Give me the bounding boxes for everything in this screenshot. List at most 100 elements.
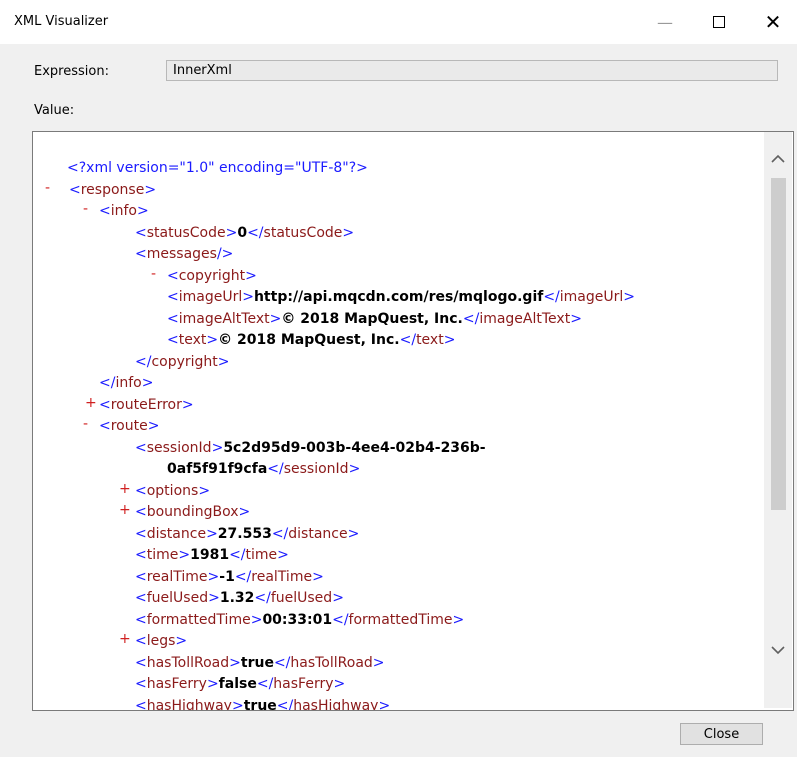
xml-line: <imageUrl>http://api.mqcdn.com/res/mqlog… [167,289,636,305]
close-button[interactable]: Close [680,723,763,745]
collapse-toggle[interactable]: - [151,266,156,282]
xml-tag-name: fuelUsed [146,590,209,606]
xml-tag-name: hasHighway [146,697,232,711]
xml-tag-name: distance [146,525,207,542]
xml-line: <boundingBox> [135,504,251,520]
xml-visualizer-window: XML Visualizer — ✕ Expression: InnerXml … [0,0,797,757]
xml-line: <options> [135,482,211,499]
xml-tag-name: routeError [110,396,182,413]
xml-tag-name: copyright [151,353,218,370]
xml-text-value: http://api.mqcdn.com/res/mqlogo.gif [253,289,544,305]
minimize-button[interactable]: — [642,0,688,44]
xml-line: <time>1981</time> [135,547,289,563]
xml-line: 0af5f91f9cfa</sessionId> [167,461,361,477]
xml-tag-name: boundingBox [146,504,239,520]
xml-tag-name: options [146,482,199,499]
xml-tag-name: hasFerry [273,676,334,692]
xml-tag-name: route [110,418,148,434]
xml-text-value: © 2018 MapQuest, Inc. [218,332,400,348]
xml-text-value: 0af5f91f9cfa [167,461,268,477]
xml-line: <statusCode>0</statusCode> [135,224,355,241]
scroll-down-arrow-icon[interactable] [764,636,792,664]
xml-tag-name: imageUrl [178,289,243,305]
minimize-icon: — [657,12,673,32]
xml-text-value: 5c2d95d9-003b-4ee4-02b4-236b- [223,439,486,456]
xml-line: <legs> [135,633,188,649]
collapse-toggle[interactable]: - [83,201,88,217]
xml-text-value: true [243,697,277,711]
xml-line: <distance>27.553</distance> [135,525,360,542]
xml-line: <routeError> [99,396,194,413]
expand-toggle[interactable]: + [119,481,131,497]
xml-tag-name: text [416,332,444,348]
scrollbar-thumb[interactable] [771,178,786,510]
xml-tag-name: text [178,332,207,348]
xml-line: <response> [69,181,157,198]
expand-toggle[interactable]: + [85,395,97,411]
xml-tag-name: hasTollRoad [290,654,373,671]
xml-tag-name: sessionId [283,461,349,477]
xml-text-value: true [240,654,274,671]
collapse-toggle[interactable]: - [45,180,50,196]
xml-line: <realTime>-1</realTime> [135,568,324,585]
xml-tag-name: info [110,203,137,219]
xml-text-value: 1981 [190,547,230,563]
xml-declaration: <?xml version="1.0" encoding="UTF-8"?> [67,160,368,176]
xml-tag-name: realTime [146,568,208,585]
xml-tag-name: hasFerry [146,676,207,692]
scroll-up-arrow-icon[interactable] [764,144,792,172]
xml-tag-name: copyright [178,267,246,284]
xml-tag-name: formattedTime [348,611,453,628]
xml-text-value: -1 [219,568,235,585]
xml-tag-name: statusCode [146,224,226,241]
xml-line: <route> [99,418,160,434]
xml-line: <fuelUsed>1.32</fuelUsed> [135,590,344,606]
xml-line: <?xml version="1.0" encoding="UTF-8"?> [67,158,368,178]
title-bar: XML Visualizer — ✕ [0,0,797,44]
xml-line: <messages/> [135,246,234,262]
vertical-scrollbar[interactable] [764,132,792,708]
xml-tag-name: messages [146,246,217,262]
xml-tag-name: time [245,547,278,563]
expression-field[interactable]: InnerXml [166,60,778,81]
close-icon: ✕ [764,10,782,34]
xml-tag-name: realTime [251,568,313,585]
maximize-button[interactable] [696,0,742,44]
xml-line: <copyright> [167,267,257,284]
xml-tag-name: hasHighway [293,697,379,711]
maximize-icon [713,16,725,28]
value-label: Value: [34,103,75,118]
xml-text-value: 27.553 [217,525,272,542]
xml-line: </info> [99,375,154,391]
xml-tag-name: hasTollRoad [146,654,230,671]
xml-line: </copyright> [135,353,230,370]
xml-line: <text>© 2018 MapQuest, Inc.</text> [167,332,456,348]
xml-tag-name: sessionId [146,439,212,456]
xml-text-value: 1.32 [219,590,255,606]
xml-line: <info> [99,203,149,219]
xml-tag-name: response [80,181,145,198]
xml-tag-name: imageUrl [559,289,624,305]
xml-value-view[interactable]: <?xml version="1.0" encoding="UTF-8"?> - <… [32,131,794,711]
expression-label: Expression: [34,64,109,79]
xml-tag-name: time [146,547,179,563]
xml-line: <sessionId>5c2d95d9-003b-4ee4-02b4-236b- [135,439,486,456]
expand-toggle[interactable]: + [119,502,131,518]
xml-tag-name: legs [146,633,176,649]
xml-tag-name: distance [288,525,348,542]
xml-line: <formattedTime>00:33:01</formattedTime> [135,611,465,628]
collapse-toggle[interactable]: - [83,416,88,432]
xml-tag-name: fuelUsed [270,590,333,606]
expand-toggle[interactable]: + [119,631,131,647]
xml-tag-name: statusCode [263,224,343,241]
xml-text-value: false [218,676,257,692]
close-window-button[interactable]: ✕ [750,0,796,44]
xml-text-value: © 2018 MapQuest, Inc. [281,310,463,327]
window-title: XML Visualizer [14,14,109,29]
xml-line: <hasFerry>false</hasFerry> [135,676,346,692]
xml-tag-name: formattedTime [146,611,251,628]
xml-line: <hasTollRoad>true</hasTollRoad> [135,654,385,671]
xml-line: <hasHighway>true</hasHighway> [135,696,390,711]
xml-tag-name: info [115,375,142,391]
xml-text-value: 00:33:01 [262,611,333,628]
